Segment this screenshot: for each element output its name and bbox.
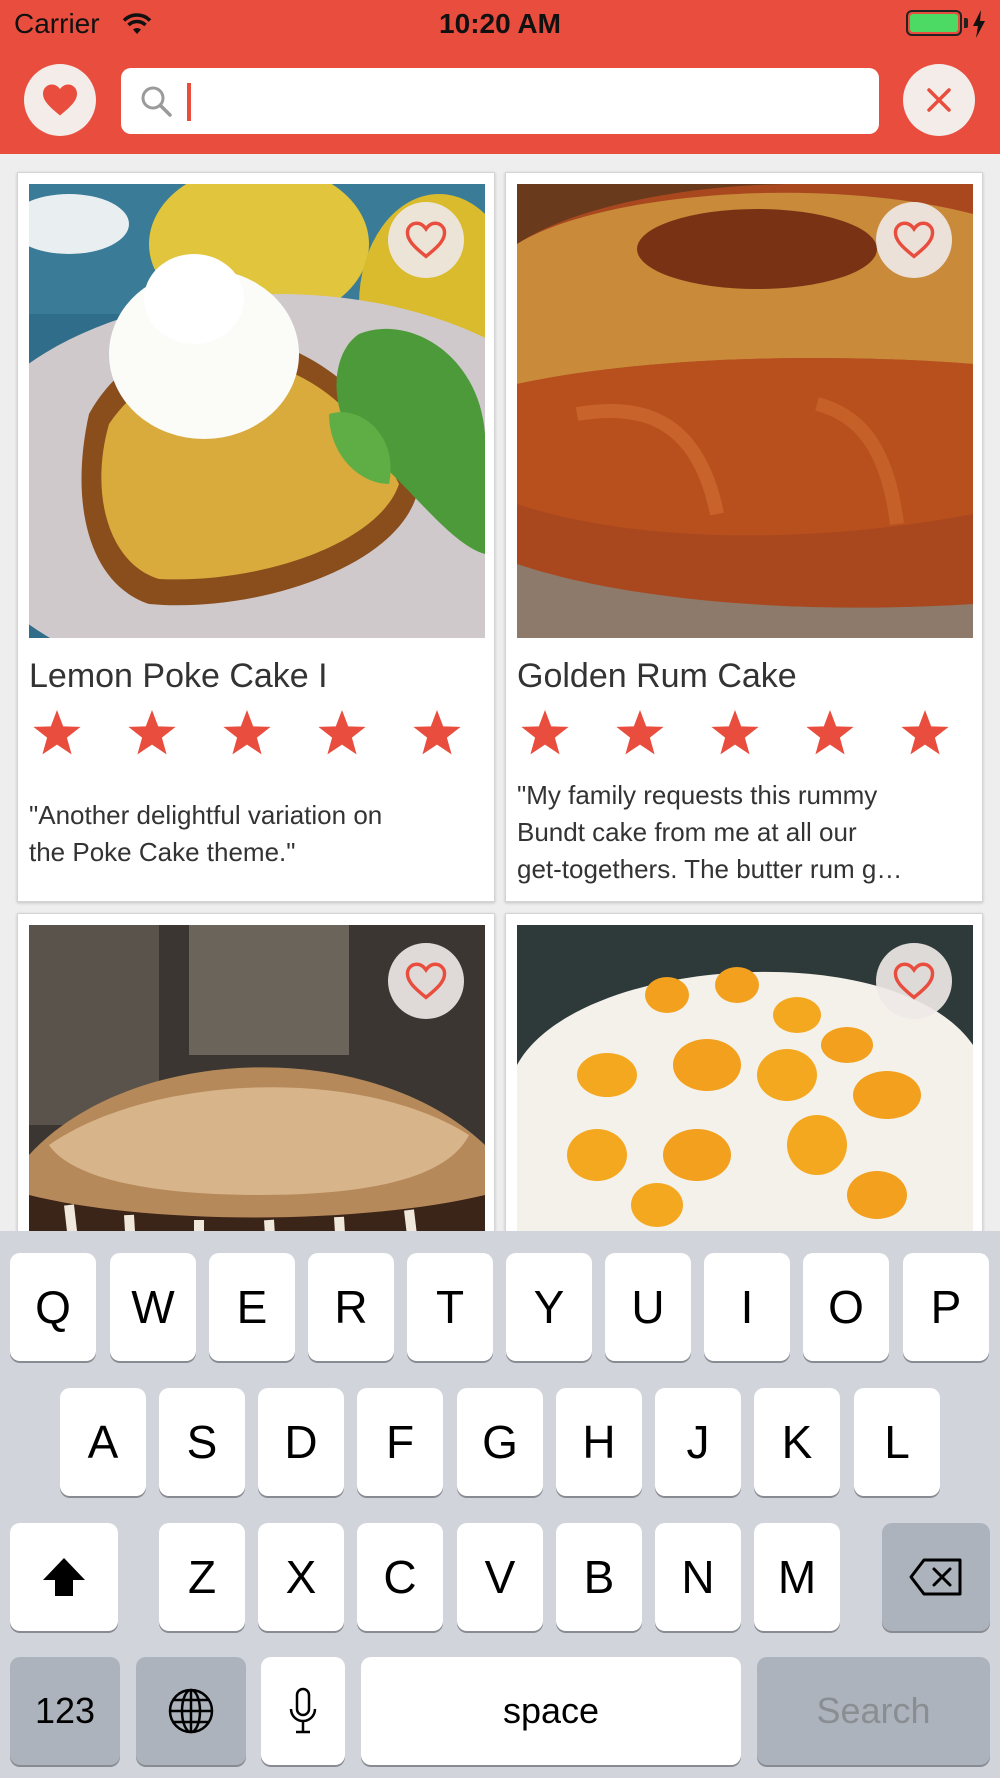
key-x[interactable]: X [258, 1523, 344, 1631]
key-n[interactable]: N [655, 1523, 741, 1631]
favorite-button[interactable] [388, 943, 464, 1019]
rating-stars [520, 708, 970, 764]
description-line: Bundt cake from me at all our [517, 817, 857, 847]
key-v[interactable]: V [457, 1523, 543, 1631]
recipe-title: Golden Rum Cake [517, 657, 797, 695]
star-icon [33, 710, 81, 755]
heart-outline-icon [405, 962, 447, 1000]
rating-stars [32, 708, 482, 764]
key-z[interactable]: Z [159, 1523, 245, 1631]
star-icon [521, 710, 569, 755]
recipe-description: "Another delightful variation on the Pok… [29, 797, 481, 873]
battery-tip [964, 18, 968, 28]
globe-key[interactable] [136, 1657, 246, 1765]
key-y[interactable]: Y [506, 1253, 592, 1361]
key-m[interactable]: M [754, 1523, 840, 1631]
description-line: "Another delightful variation on [29, 800, 383, 830]
search-key[interactable]: Search [757, 1657, 990, 1765]
favorite-button[interactable] [876, 202, 952, 278]
shift-icon [43, 1558, 85, 1596]
globe-icon [168, 1688, 214, 1734]
star-icon [806, 710, 854, 755]
star-icon [901, 710, 949, 755]
battery-icon [906, 10, 962, 36]
key-c[interactable]: C [357, 1523, 443, 1631]
heart-outline-icon [893, 221, 935, 259]
key-b[interactable]: B [556, 1523, 642, 1631]
key-j[interactable]: J [655, 1388, 741, 1496]
clear-search-button[interactable] [903, 64, 975, 136]
microphone-icon [289, 1687, 317, 1734]
key-h[interactable]: H [556, 1388, 642, 1496]
backspace-icon [909, 1558, 962, 1596]
star-icon [413, 710, 461, 755]
charging-icon [973, 10, 985, 38]
heart-filled-icon [43, 84, 77, 116]
heart-outline-icon [893, 962, 935, 1000]
shift-key[interactable] [10, 1523, 118, 1631]
star-icon [616, 710, 664, 755]
recipe-card[interactable]: Lemon Poke Cake I "Another delightful va… [17, 172, 495, 902]
recipe-title: Lemon Poke Cake I [29, 657, 328, 695]
key-u[interactable]: U [605, 1253, 691, 1361]
favorites-button[interactable] [24, 64, 96, 136]
key-f[interactable]: F [357, 1388, 443, 1496]
space-key[interactable]: space [361, 1657, 741, 1765]
text-cursor [187, 83, 191, 121]
key-g[interactable]: G [457, 1388, 543, 1496]
star-icon [128, 710, 176, 755]
search-input[interactable] [187, 76, 867, 126]
key-w[interactable]: W [110, 1253, 196, 1361]
key-a[interactable]: A [60, 1388, 146, 1496]
search-field[interactable] [121, 68, 879, 134]
close-icon [927, 88, 951, 112]
key-d[interactable]: D [258, 1388, 344, 1496]
backspace-key[interactable] [882, 1523, 990, 1631]
key-t[interactable]: T [407, 1253, 493, 1361]
recipe-description: "My family requests this rummy Bundt cak… [517, 777, 969, 889]
key-o[interactable]: O [803, 1253, 889, 1361]
dictation-key[interactable] [261, 1657, 345, 1765]
status-time: 10:20 AM [439, 8, 561, 39]
status-bar: Carrier 10:20 AM [0, 0, 1000, 50]
app-header: Carrier 10:20 AM [0, 0, 1000, 154]
heart-outline-icon [405, 221, 447, 259]
key-l[interactable]: L [854, 1388, 940, 1496]
star-icon [223, 710, 271, 755]
key-p[interactable]: P [903, 1253, 989, 1361]
description-line: get-togethers. The butter rum g… [517, 854, 903, 884]
search-icon [141, 86, 172, 117]
recipe-card[interactable]: Golden Rum Cake "My family requests this… [505, 172, 983, 902]
key-e[interactable]: E [209, 1253, 295, 1361]
on-screen-keyboard: Q W E R T Y U I O P A S D F G H J K L Z … [0, 1231, 1000, 1778]
favorite-button[interactable] [388, 202, 464, 278]
key-k[interactable]: K [754, 1388, 840, 1496]
key-i[interactable]: I [704, 1253, 790, 1361]
key-q[interactable]: Q [10, 1253, 96, 1361]
key-s[interactable]: S [159, 1388, 245, 1496]
key-r[interactable]: R [308, 1253, 394, 1361]
star-icon [711, 710, 759, 755]
numbers-key[interactable]: 123 [10, 1657, 120, 1765]
star-icon [318, 710, 366, 755]
description-line: "My family requests this rummy [517, 780, 878, 810]
description-line: the Poke Cake theme." [29, 837, 296, 867]
favorite-button[interactable] [876, 943, 952, 1019]
